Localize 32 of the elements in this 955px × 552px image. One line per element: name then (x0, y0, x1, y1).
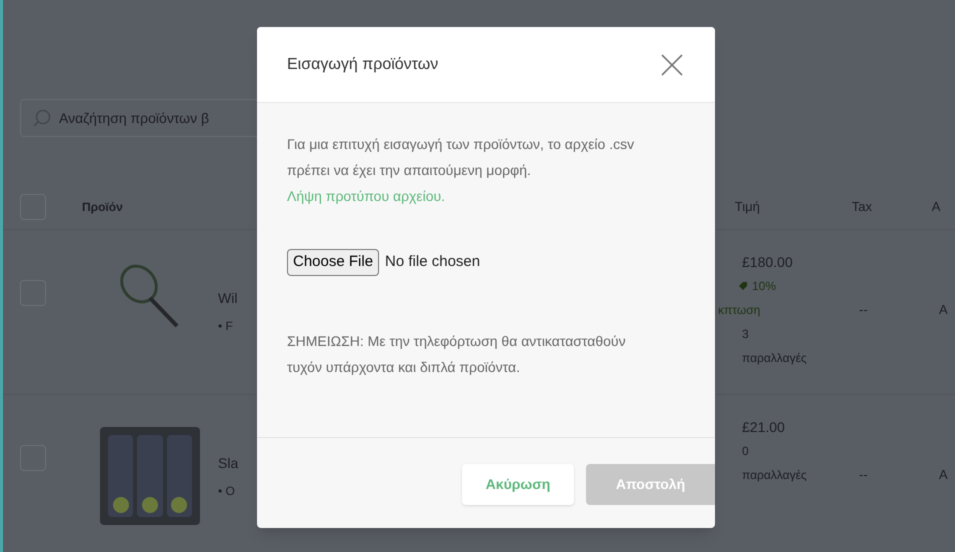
variants-label: παραλλαγές (742, 467, 808, 484)
close-button[interactable] (659, 52, 685, 78)
table-cell-text: A (939, 466, 948, 484)
variants-label: παραλλαγές (742, 350, 808, 367)
variants-count: 0 (742, 443, 750, 460)
price: £21.00 (742, 418, 786, 437)
product-option: • F (218, 317, 278, 335)
close-icon (661, 54, 683, 76)
product-name: Sla (218, 454, 240, 473)
variants-count: 3 (742, 326, 750, 343)
template-download-link[interactable]: Λήψη προτύπου αρχείου. (287, 188, 446, 204)
search-icon (33, 109, 51, 127)
dialog-title: Εισαγωγή προϊόντων (287, 54, 438, 74)
cancel-button[interactable]: Ακύρωση (462, 464, 574, 505)
product-name: Wil (218, 289, 238, 308)
price: £180.00 (742, 253, 794, 272)
table-cell-text: A (939, 301, 948, 319)
tax-value: -- (859, 466, 869, 484)
choose-file-button[interactable]: Choose File (287, 249, 380, 276)
dialog-description: Για μια επιτυχή εισαγωγή των προϊόντων, το αρχείο .csv πρέπει να έχει την απαιτούμενη μορφή. (287, 135, 636, 180)
search-placeholder: Αναζήτηση προϊόντων β (59, 108, 210, 128)
file-status: No file chosen (385, 252, 480, 272)
discount-label: κπτωση (718, 302, 762, 319)
tag-icon (738, 281, 748, 291)
column-header: Tax (852, 198, 873, 216)
product-option: • O (218, 482, 278, 500)
tax-value: -- (859, 301, 869, 319)
column-header: Τιμή (734, 198, 761, 216)
discount: 10% (752, 278, 776, 295)
column-header: A (932, 198, 940, 216)
dialog-note: ΣΗΜΕΙΩΣΗ: Με την τηλεφόρτωση θα αντικατασταθούν τυχόν υπάρχοντα και διπλά προϊόντα. (287, 332, 627, 377)
column-header: Προϊόν (82, 198, 123, 216)
